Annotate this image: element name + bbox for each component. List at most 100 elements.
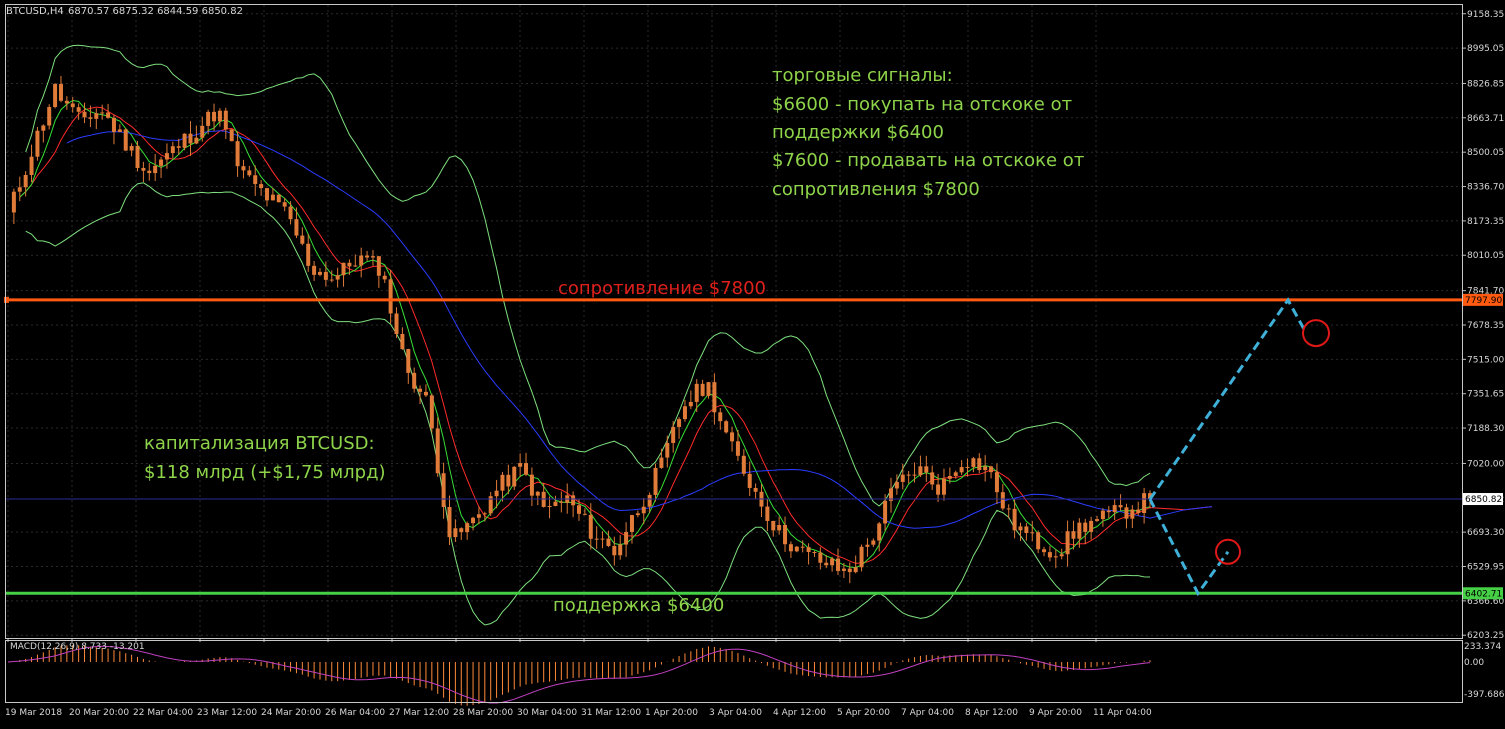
time-tick-label: 7 Apr 04:00 bbox=[901, 708, 954, 718]
candle-body bbox=[482, 513, 487, 515]
candle-body bbox=[1053, 556, 1058, 558]
candle-body bbox=[1124, 507, 1129, 519]
candle-body bbox=[76, 107, 81, 112]
candle-body bbox=[23, 174, 28, 188]
candle-body bbox=[141, 167, 146, 171]
candle-body bbox=[724, 421, 729, 433]
candle-body bbox=[471, 517, 476, 524]
candle-body bbox=[506, 474, 511, 487]
candle-body bbox=[624, 531, 629, 545]
candle-body bbox=[924, 466, 929, 473]
candle-body bbox=[994, 472, 999, 493]
annotation-cap-title: капитализация BTCUSD: bbox=[144, 433, 375, 454]
candle-body bbox=[894, 481, 899, 489]
candle-body bbox=[1059, 554, 1064, 557]
macd-tick-top: 233.374 bbox=[1464, 642, 1501, 652]
time-tick-label: 30 Mar 04:00 bbox=[517, 708, 577, 718]
candle-body bbox=[936, 484, 941, 495]
candle-body bbox=[306, 243, 311, 266]
candle-body bbox=[176, 146, 181, 148]
candle-body bbox=[194, 137, 199, 144]
candle-body bbox=[376, 256, 381, 276]
candle-body bbox=[547, 506, 552, 508]
candle-body bbox=[600, 538, 605, 540]
price-tick-label: 6203.25 bbox=[1467, 631, 1504, 641]
candle-body bbox=[865, 544, 870, 547]
candle-body bbox=[70, 103, 75, 108]
candle-body bbox=[35, 130, 40, 157]
candle-body bbox=[847, 568, 852, 573]
price-tick-label: 8995.05 bbox=[1467, 44, 1504, 54]
candle-body bbox=[1095, 519, 1100, 521]
candle-body bbox=[965, 466, 970, 468]
candle-body bbox=[1089, 520, 1094, 532]
candle-body bbox=[159, 159, 164, 166]
price-tick-label: 7351.65 bbox=[1467, 390, 1504, 400]
candle-body bbox=[930, 472, 935, 485]
candle-body bbox=[276, 194, 281, 203]
candle-body bbox=[423, 391, 428, 396]
time-tick-label: 5 Apr 20:00 bbox=[837, 708, 890, 718]
candle-body bbox=[117, 129, 122, 132]
candle-body bbox=[418, 388, 423, 392]
candle-body bbox=[441, 473, 446, 507]
candle-body bbox=[836, 558, 841, 571]
candle-body bbox=[741, 455, 746, 474]
time-tick-label: 20 Mar 20:00 bbox=[69, 708, 129, 718]
candle-body bbox=[212, 111, 217, 122]
candle-body bbox=[688, 401, 693, 407]
candle-body bbox=[671, 426, 676, 443]
resistance-handle bbox=[4, 296, 9, 303]
candle-body bbox=[989, 466, 994, 473]
price-tick-label: 6529.95 bbox=[1467, 563, 1504, 573]
time-tick-label: 22 Mar 04:00 bbox=[133, 708, 193, 718]
candle-body bbox=[341, 262, 346, 276]
candle-body bbox=[288, 206, 293, 220]
candle-body bbox=[1083, 522, 1088, 532]
candle-body bbox=[800, 546, 805, 548]
candle-body bbox=[588, 514, 593, 539]
annotation-signal-2a: $7600 - продавать на отскоке от bbox=[772, 150, 1084, 171]
candle-body bbox=[58, 84, 63, 101]
candle-body bbox=[17, 187, 22, 192]
candle-body bbox=[129, 145, 134, 151]
candle-body bbox=[824, 562, 829, 566]
time-tick-label: 28 Mar 20:00 bbox=[453, 708, 513, 718]
price-tick-label: 8336.70 bbox=[1467, 183, 1504, 193]
price-chart[interactable]: 9158.35 8995.05 8826.85 8663.71 8500.05 8336.… bbox=[0, 0, 1505, 725]
candle-body bbox=[412, 372, 417, 389]
candle-body bbox=[1071, 531, 1076, 539]
candle-body bbox=[94, 113, 99, 119]
candle-body bbox=[765, 506, 770, 521]
candle-body bbox=[953, 472, 958, 476]
candle-body bbox=[559, 501, 564, 503]
candle-body bbox=[712, 382, 717, 413]
candle-body bbox=[777, 524, 782, 531]
time-tick-label: 23 Mar 12:00 bbox=[197, 708, 257, 718]
candle-body bbox=[465, 523, 470, 533]
candle-body bbox=[217, 110, 222, 122]
annotation-signal-1a: $6600 - покупать на отскоке от bbox=[772, 94, 1072, 115]
candle-body bbox=[223, 110, 228, 130]
candle-body bbox=[859, 546, 864, 568]
candle-body bbox=[753, 487, 758, 492]
candle-body bbox=[365, 255, 370, 258]
candle-body bbox=[229, 129, 234, 142]
candle-body bbox=[170, 146, 175, 154]
candle-body bbox=[400, 333, 405, 350]
candle-body bbox=[635, 513, 640, 516]
candle-body bbox=[730, 432, 735, 442]
candle-body bbox=[1136, 509, 1141, 514]
candle-body bbox=[771, 520, 776, 531]
candle-body bbox=[206, 111, 211, 126]
candle-body bbox=[147, 170, 152, 174]
candle-body bbox=[947, 475, 952, 479]
candle-body bbox=[900, 474, 905, 482]
candle-body bbox=[877, 523, 882, 541]
macd-tick-bottom: -397.686 bbox=[1464, 690, 1505, 700]
price-tick-label: 9158.35 bbox=[1467, 10, 1504, 20]
candle-body bbox=[406, 349, 411, 373]
candle-body bbox=[659, 457, 664, 468]
candle-body bbox=[123, 129, 128, 151]
candle-body bbox=[1036, 532, 1041, 550]
